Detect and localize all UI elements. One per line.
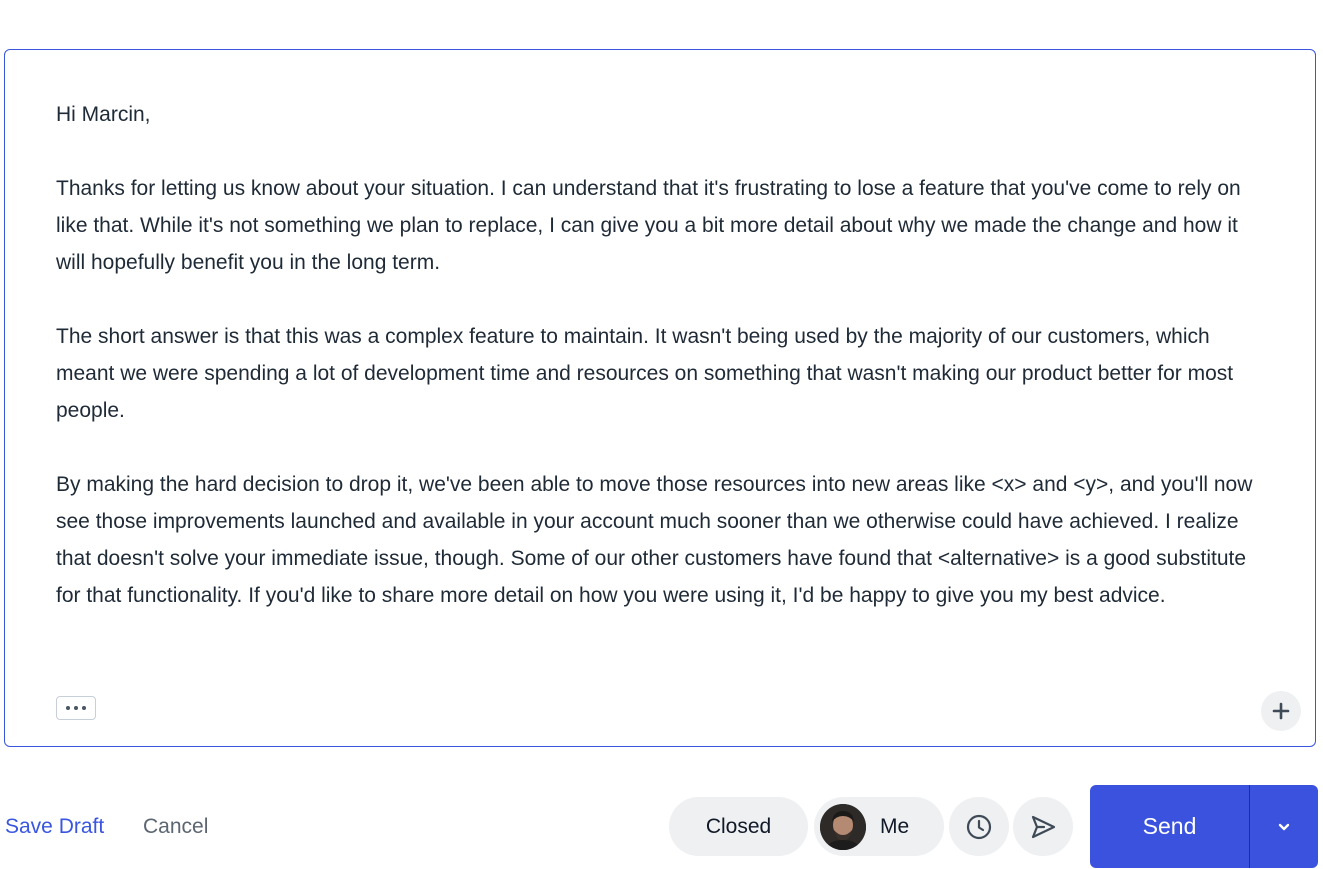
message-paragraph: The short answer is that this was a comp… (56, 325, 1234, 422)
message-paragraph: Thanks for letting us know about your si… (56, 177, 1241, 274)
more-formatting-button[interactable] (56, 696, 96, 720)
send-options-button[interactable] (1250, 785, 1318, 868)
send-button-group: Send (1090, 785, 1318, 868)
snooze-button[interactable] (949, 797, 1009, 856)
message-paragraph: By making the hard decision to drop it, … (56, 473, 1253, 607)
status-toggle[interactable]: Closed (669, 797, 808, 856)
add-attachment-button[interactable] (1261, 691, 1301, 731)
clock-icon (966, 814, 992, 839)
assignee-selector[interactable]: Me (814, 797, 944, 856)
message-greeting: Hi Marcin, (56, 103, 151, 126)
plus-icon (1272, 702, 1290, 720)
cancel-button[interactable]: Cancel (143, 812, 208, 842)
ellipsis-icon (66, 706, 70, 710)
save-draft-button[interactable]: Save Draft (5, 812, 104, 842)
paper-plane-icon (1031, 815, 1056, 838)
send-later-button[interactable] (1013, 797, 1073, 856)
reply-composer[interactable]: Hi Marcin, Thanks for letting us know ab… (4, 49, 1316, 747)
ellipsis-icon-dot (74, 706, 78, 710)
status-label: Closed (705, 814, 772, 838)
ellipsis-icon-dot (82, 706, 86, 710)
chevron-down-icon (1278, 823, 1290, 830)
avatar (820, 803, 866, 850)
send-button[interactable]: Send (1090, 785, 1250, 868)
assignee-label: Me (880, 814, 910, 838)
message-editor[interactable]: Hi Marcin, Thanks for letting us know ab… (56, 96, 1271, 651)
send-label: Send (1142, 813, 1197, 839)
